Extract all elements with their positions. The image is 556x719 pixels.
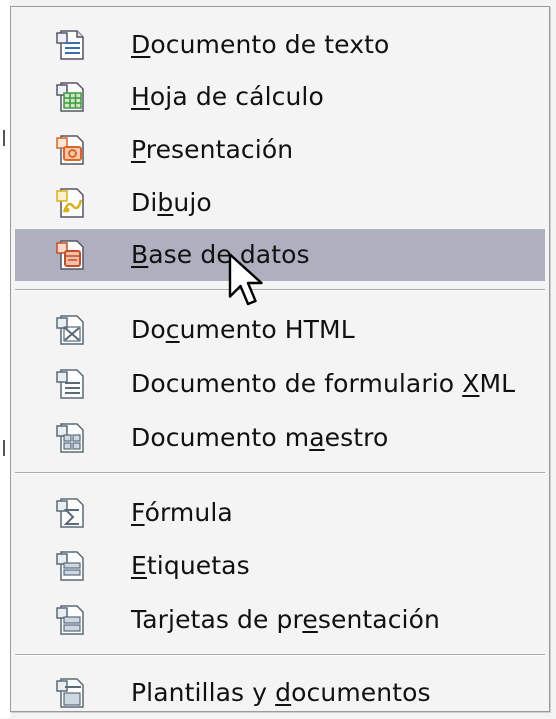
- labels-icon: [56, 551, 84, 581]
- menu-item-label: Base de datos: [131, 240, 310, 269]
- menu-item-labels[interactable]: Etiquetas: [15, 540, 545, 592]
- menu-item-drawing[interactable]: Dibujo: [15, 177, 545, 229]
- menu-item-label: Documento de formulario XML: [131, 369, 516, 398]
- edge-mark: [3, 440, 5, 456]
- menu-item-presentation[interactable]: Presentación: [15, 124, 545, 176]
- menu-item-label: Documento HTML: [131, 315, 355, 344]
- xml-form-document-icon: [56, 369, 84, 399]
- menu-item-label: Etiquetas: [131, 551, 250, 580]
- menu-separator: [15, 654, 545, 656]
- menu-separator: [15, 289, 545, 291]
- presentation-icon: [56, 135, 84, 165]
- menu-item-label: Documento maestro: [131, 423, 389, 452]
- text-document-icon: [56, 30, 84, 60]
- new-document-menu: Documento de texto Hoja de cálculo Prese…: [10, 6, 550, 712]
- html-document-icon: [56, 315, 84, 345]
- menu-item-label: Fórmula: [131, 498, 233, 527]
- menu-item-formula[interactable]: Fórmula: [15, 487, 545, 539]
- edge-mark: [3, 130, 5, 146]
- menu-separator: [15, 472, 545, 474]
- menu-item-master-document[interactable]: Documento maestro: [15, 412, 545, 464]
- menu-item-xml-form-document[interactable]: Documento de formulario XML: [15, 358, 545, 410]
- menu-item-business-cards[interactable]: Tarjetas de presentación: [15, 594, 545, 646]
- menu-item-label: Tarjetas de presentación: [131, 605, 440, 634]
- database-icon: [56, 240, 84, 270]
- menu-item-label: Documento de texto: [131, 30, 390, 59]
- menu-item-spreadsheet[interactable]: Hoja de cálculo: [15, 71, 545, 123]
- menu-item-html-document[interactable]: Documento HTML: [15, 304, 545, 356]
- menu-item-label: Dibujo: [131, 188, 212, 217]
- templates-documents-icon: [56, 678, 84, 708]
- business-cards-icon: [56, 605, 84, 635]
- mouse-cursor-icon: [228, 253, 263, 306]
- spreadsheet-icon: [56, 82, 84, 112]
- menu-item-label: Plantillas y documentos: [131, 678, 431, 707]
- menu-item-database[interactable]: Base de datos: [15, 229, 545, 281]
- formula-icon: [56, 498, 84, 528]
- menu-item-text-document[interactable]: Documento de texto: [15, 19, 545, 71]
- master-document-icon: [56, 423, 84, 453]
- background-window-edge: [0, 0, 10, 718]
- menu-item-label: Presentación: [131, 135, 294, 164]
- drawing-icon: [56, 188, 84, 218]
- menu-item-label: Hoja de cálculo: [131, 82, 324, 111]
- menu-item-templates-documents[interactable]: Plantillas y documentos: [15, 667, 545, 719]
